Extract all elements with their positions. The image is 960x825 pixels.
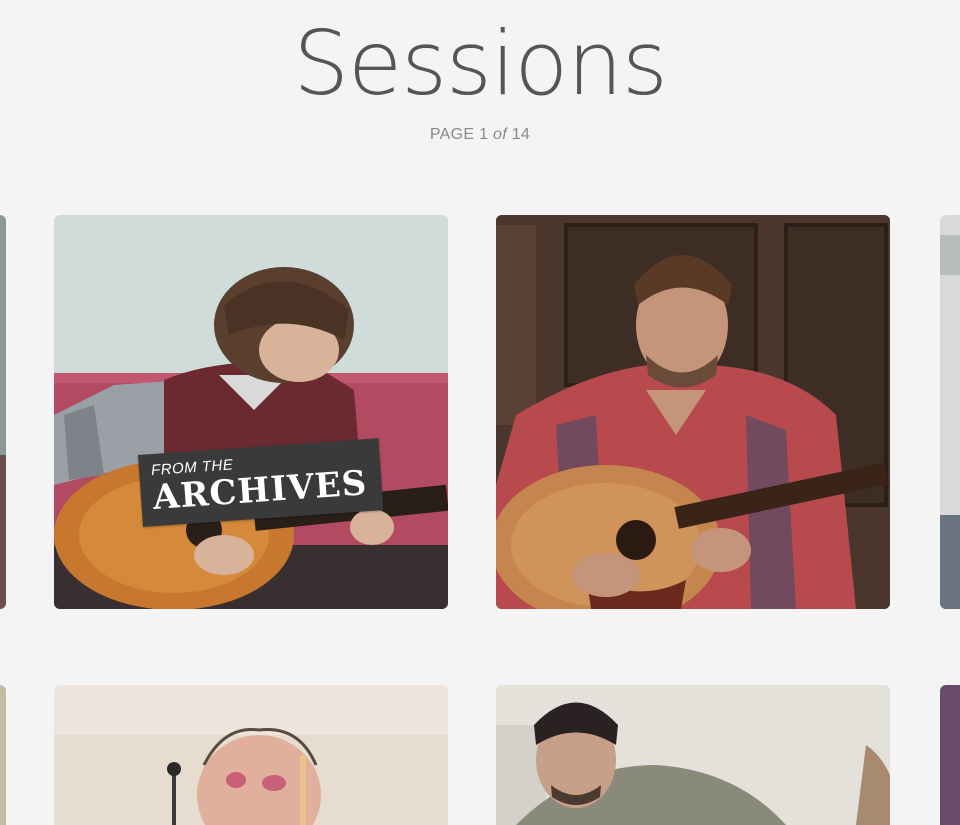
session-tile-partial-left[interactable] bbox=[0, 215, 6, 609]
session-tile[interactable] bbox=[496, 685, 890, 825]
page-title: Sessions bbox=[293, 12, 668, 115]
page-of: of bbox=[493, 126, 507, 143]
session-tile[interactable] bbox=[54, 685, 448, 825]
session-tile-partial-left[interactable] bbox=[0, 685, 6, 825]
page-indicator: PAGE 1 of 14 bbox=[0, 126, 960, 144]
session-thumbnail bbox=[0, 685, 6, 825]
session-thumbnail bbox=[940, 215, 960, 609]
session-tile-partial-right[interactable] bbox=[940, 215, 960, 609]
page-current: 1 bbox=[479, 126, 489, 143]
session-thumbnail bbox=[496, 215, 890, 609]
session-thumbnail bbox=[940, 685, 960, 825]
page-prefix: PAGE bbox=[429, 126, 475, 143]
session-thumbnail bbox=[0, 215, 6, 609]
session-thumbnail bbox=[54, 685, 448, 825]
session-tile[interactable]: FROM THE ARCHIVES bbox=[54, 215, 448, 609]
session-thumbnail bbox=[496, 685, 890, 825]
page-total: 14 bbox=[511, 126, 531, 143]
session-tile[interactable] bbox=[496, 215, 890, 609]
session-thumbnail bbox=[54, 215, 448, 609]
session-tile-partial-right[interactable] bbox=[940, 685, 960, 825]
